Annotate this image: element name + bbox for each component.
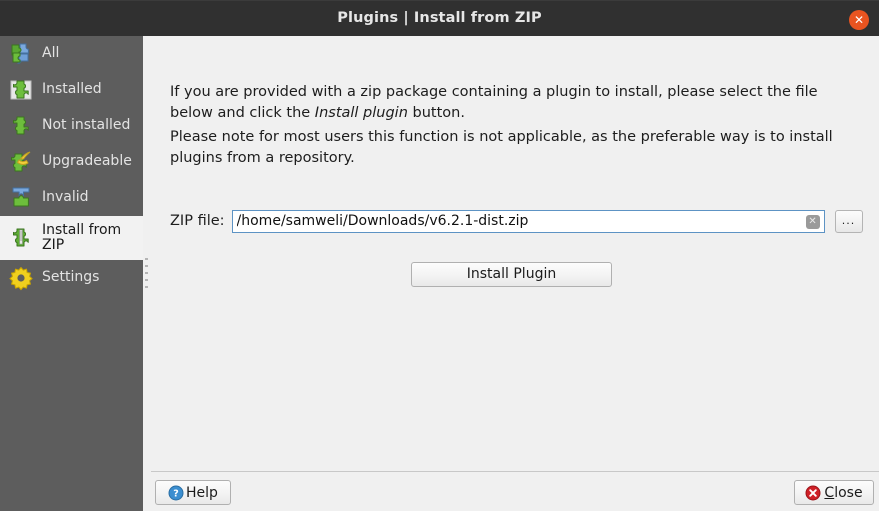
browse-button[interactable]: ... xyxy=(834,209,863,233)
puzzle-installed-icon xyxy=(8,77,34,103)
titlebar: Plugins | Install from ZIP ✕ xyxy=(0,0,879,36)
footer-separator xyxy=(151,471,879,472)
sidebar-item-not-installed[interactable]: Not installed xyxy=(0,108,143,144)
intro-text-part1: If you are provided with a zip package c… xyxy=(170,84,818,121)
window-close-button[interactable]: ✕ xyxy=(849,10,869,30)
puzzle-upgrade-icon xyxy=(8,149,34,175)
close-dialog-label-rest: lose xyxy=(834,484,863,501)
splitter-grip-icon xyxy=(145,258,148,290)
intro-paragraph: If you are provided with a zip package c… xyxy=(170,82,860,124)
close-dialog-button[interactable]: Close xyxy=(794,480,874,505)
sidebar-item-label: Settings xyxy=(42,269,100,286)
sidebar-item-upgradeable[interactable]: Upgradeable xyxy=(0,144,143,180)
sidebar-item-label: Installed xyxy=(42,81,102,98)
sidebar-item-label: Install from ZIP xyxy=(42,221,122,253)
zip-file-row: ZIP file: ✕ ... xyxy=(170,209,870,233)
clear-field-icon[interactable]: ✕ xyxy=(805,214,820,229)
install-plugin-button[interactable]: Install Plugin xyxy=(411,262,612,287)
close-icon: ✕ xyxy=(853,13,865,27)
close-dialog-label: Close xyxy=(824,485,862,501)
help-question-icon: ? xyxy=(168,485,184,501)
puzzle-zip-icon xyxy=(8,225,34,251)
sidebar-item-settings[interactable]: Settings xyxy=(0,260,143,296)
sidebar-item-install-from-zip[interactable]: Install from ZIP xyxy=(0,216,143,260)
sidebar-item-installed[interactable]: Installed xyxy=(0,72,143,108)
puzzle-invalid-icon xyxy=(8,185,34,211)
close-circle-icon xyxy=(805,485,821,501)
puzzle-green-icon xyxy=(8,113,34,139)
gear-icon xyxy=(8,265,34,291)
intro-text-part2: button. xyxy=(407,105,465,121)
puzzle-blue-green-icon xyxy=(8,41,34,67)
sidebar-item-label: Upgradeable xyxy=(42,153,132,170)
sidebar-item-label: All xyxy=(42,45,60,62)
window-title: Plugins | Install from ZIP xyxy=(337,10,542,26)
sidebar-item-label: Not installed xyxy=(42,117,131,134)
zip-file-input-wrapper[interactable]: ✕ xyxy=(231,209,825,233)
help-button-label: Help xyxy=(186,484,218,501)
sidebar-item-invalid[interactable]: Invalid xyxy=(0,180,143,216)
zip-file-input[interactable] xyxy=(232,210,824,232)
sidebar: All Installed Not installed Upgradeable … xyxy=(0,36,143,511)
sidebar-splitter[interactable] xyxy=(143,36,151,511)
plugins-dialog: Plugins | Install from ZIP ✕ All Install… xyxy=(0,0,879,511)
sidebar-item-label: Invalid xyxy=(42,189,89,206)
intro-text-emphasis: Install plugin xyxy=(314,105,408,121)
zip-file-label: ZIP file: xyxy=(170,213,225,229)
note-paragraph: Please note for most users this function… xyxy=(170,129,833,166)
sidebar-item-all[interactable]: All xyxy=(0,36,143,72)
close-dialog-label-mnemonic: C xyxy=(824,484,835,501)
svg-text:?: ? xyxy=(173,488,179,499)
content-pane: If you are provided with a zip package c… xyxy=(151,36,879,511)
help-button[interactable]: ? Help xyxy=(155,480,231,505)
